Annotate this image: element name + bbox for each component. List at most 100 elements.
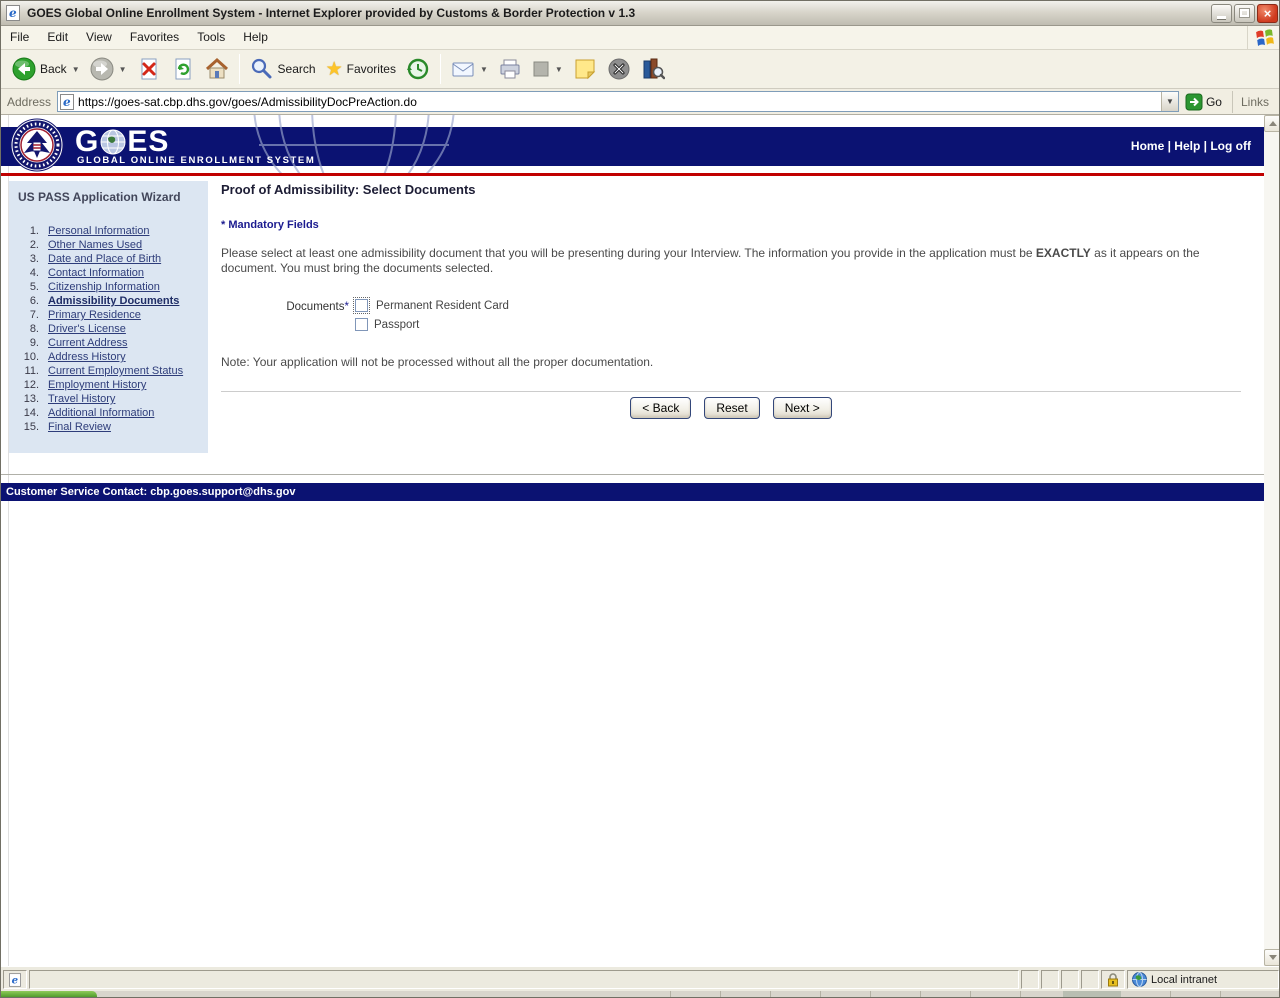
step-number: 11.	[24, 365, 39, 377]
minimize-icon	[1217, 15, 1226, 19]
step-number: 3.	[29, 253, 39, 265]
goes-logo-es: ES	[127, 125, 170, 158]
address-label: Address	[7, 94, 52, 109]
vertical-scrollbar[interactable]	[1264, 115, 1279, 966]
menu-tools[interactable]: Tools	[188, 26, 234, 49]
back-button[interactable]: Back ▼	[7, 55, 85, 83]
reset-button[interactable]: Reset	[704, 397, 760, 419]
refresh-button[interactable]	[166, 55, 200, 83]
step-link-current[interactable]: Admissibility Documents	[48, 294, 179, 308]
research-button[interactable]	[636, 55, 670, 83]
step-link[interactable]: Driver's License	[48, 322, 126, 336]
notes-button[interactable]	[568, 55, 602, 83]
status-message-panel	[29, 970, 1019, 989]
step-link[interactable]: Primary Residence	[48, 308, 141, 322]
step-link[interactable]: Date and Place of Birth	[48, 252, 161, 266]
step-link[interactable]: Additional Information	[48, 406, 154, 420]
wizard-step-drivers-license: 8. Driver's License	[9, 322, 208, 336]
wizard-step-date-and-place-of-birth: 3. Date and Place of Birth	[9, 252, 208, 266]
taskbar-active-button[interactable]	[1063, 991, 1121, 997]
step-link[interactable]: Personal Information	[48, 224, 150, 238]
back-form-button[interactable]: < Back	[630, 397, 692, 419]
start-button[interactable]	[1, 991, 97, 997]
step-number: 8.	[29, 323, 39, 335]
step-number: 10.	[23, 351, 39, 363]
security-panel	[1101, 970, 1125, 989]
step-number: 2.	[29, 239, 39, 251]
address-input[interactable]	[76, 94, 1161, 109]
passport-checkbox[interactable]	[355, 318, 368, 331]
mail-button[interactable]: ▼	[446, 55, 493, 83]
forward-button[interactable]: ▼	[85, 55, 132, 83]
step-link[interactable]: Other Names Used	[48, 238, 142, 252]
status-separator-panel	[1081, 970, 1099, 989]
instructions-exactly: EXACTLY	[1035, 246, 1091, 260]
print-button[interactable]	[493, 55, 527, 83]
address-dropdown-icon[interactable]: ▼	[1160, 92, 1178, 111]
messenger-button[interactable]	[602, 55, 636, 83]
home-button[interactable]	[200, 55, 234, 83]
go-arrow-icon	[1185, 93, 1203, 110]
ie-window: GOES Global Online Enrollment System - I…	[0, 0, 1280, 998]
step-link[interactable]: Contact Information	[48, 266, 144, 280]
favorites-button[interactable]: ★ Favorites	[321, 58, 401, 81]
step-link[interactable]: Current Address	[48, 336, 127, 350]
permanent-resident-card-checkbox[interactable]	[355, 299, 368, 312]
go-button[interactable]: Go	[1179, 93, 1228, 111]
back-dropdown-icon[interactable]: ▼	[72, 65, 80, 74]
security-zone-panel: Local intranet	[1127, 970, 1279, 989]
mandatory-fields-note: * Mandatory Fields	[221, 219, 319, 231]
mail-dropdown-icon[interactable]: ▼	[480, 65, 488, 74]
step-link[interactable]: Citizenship Information	[48, 280, 160, 294]
edit-button[interactable]: ▼	[527, 58, 568, 80]
step-link[interactable]: Address History	[48, 350, 126, 364]
search-button[interactable]: Search	[245, 55, 321, 83]
stop-button[interactable]	[132, 55, 166, 83]
wizard-step-travel-history: 13. Travel History	[9, 392, 208, 406]
required-asterisk: *	[344, 301, 349, 313]
nav-help-link[interactable]: Help	[1174, 139, 1200, 153]
menu-file[interactable]: File	[1, 26, 38, 49]
taskbar-buttons[interactable]	[621, 991, 1221, 997]
close-button[interactable]: ×	[1257, 3, 1278, 23]
nav-logoff-link[interactable]: Log off	[1210, 139, 1251, 153]
mail-icon	[452, 62, 474, 77]
history-button[interactable]	[401, 55, 435, 83]
restore-button[interactable]	[1234, 3, 1255, 23]
status-bar: Local intranet	[1, 966, 1279, 991]
wizard-step-citizenship-information: 5. Citizenship Information	[9, 280, 208, 294]
menu-help[interactable]: Help	[234, 26, 277, 49]
step-link[interactable]: Final Review	[48, 420, 111, 434]
documents-field-label: Documents*	[221, 301, 349, 313]
menu-favorites[interactable]: Favorites	[121, 26, 188, 49]
option-permanent-resident-card: Permanent Resident Card	[353, 297, 509, 314]
nav-separator: |	[1164, 139, 1175, 153]
note-icon	[575, 59, 596, 80]
nav-home-link[interactable]: Home	[1131, 139, 1164, 153]
edit-dropdown-icon[interactable]: ▼	[555, 65, 563, 74]
history-icon	[406, 58, 429, 80]
step-link[interactable]: Current Employment Status	[48, 364, 183, 378]
address-bar: Address ▼ Go Links	[1, 89, 1279, 115]
documentation-note: Note: Your application will not be proce…	[221, 355, 654, 369]
step-number: 4.	[29, 267, 39, 279]
wizard-step-current-employment-status: 11. Current Employment Status	[9, 364, 208, 378]
menu-edit[interactable]: Edit	[38, 26, 77, 49]
links-bar[interactable]: Links	[1231, 90, 1277, 113]
scroll-up-button[interactable]	[1264, 115, 1279, 132]
scroll-down-button[interactable]	[1264, 949, 1279, 966]
content-bottom-rule	[1, 474, 1264, 475]
nav-separator: |	[1200, 139, 1211, 153]
step-link[interactable]: Employment History	[48, 378, 146, 392]
minimize-button[interactable]	[1211, 3, 1232, 23]
step-number: 13.	[23, 393, 39, 405]
wizard-step-current-address: 9. Current Address	[9, 336, 208, 350]
goes-logo-g: G	[75, 125, 100, 158]
menu-view[interactable]: View	[77, 26, 121, 49]
step-link[interactable]: Travel History	[48, 392, 115, 406]
step-number: 5.	[29, 281, 39, 293]
forward-dropdown-icon[interactable]: ▼	[119, 65, 127, 74]
next-button[interactable]: Next >	[772, 397, 832, 419]
form-divider	[221, 391, 1241, 392]
research-icon	[643, 58, 665, 80]
